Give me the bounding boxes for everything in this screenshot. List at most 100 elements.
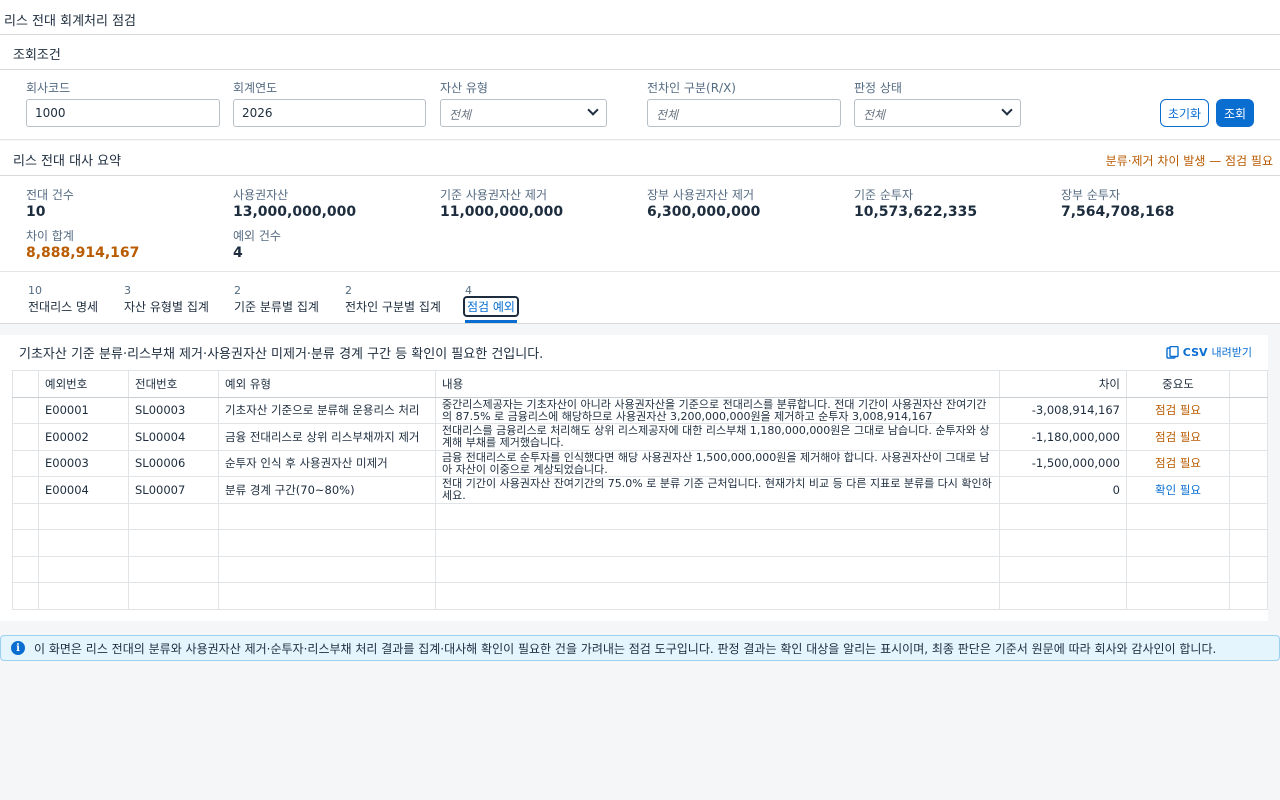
page-title: 리스 전대 회계처리 점검: [0, 0, 1280, 35]
tab-label: 전차인 구분별 집계: [345, 300, 441, 314]
kpi-label: 차이 합계: [26, 229, 74, 243]
cell-id: E00004: [38, 476, 129, 504]
cell-filler: [1229, 476, 1268, 504]
tab-count: 4: [465, 284, 472, 297]
cell-sublease: SL00006: [128, 449, 219, 477]
cell-filler: [1229, 423, 1268, 451]
cell-severity: 점검 필요: [1126, 423, 1230, 451]
kpi-value: 10,573,622,335: [854, 204, 978, 220]
table-row[interactable]: E00002 SL00004 금융 전대리스로 상위 리스부채까지 제거 전대리…: [12, 423, 1268, 451]
kpi-diff-total: 차이 합계 8,888,914,167: [26, 227, 139, 261]
empty-row: [12, 529, 1268, 557]
tab-by-lessee-type[interactable]: 2 전차인 구분별 집계: [345, 284, 441, 315]
table-row[interactable]: E00004 SL00007 분류 경계 구간(70~80%) 전대 기간이 사…: [12, 476, 1268, 504]
cell-content: 전대리스를 금융리스로 처리해도 상위 리스제공자에 대한 리스부채 1,180…: [435, 423, 1000, 451]
tab-by-asset-type[interactable]: 3 자산 유형별 집계: [124, 284, 209, 315]
tab-count: 10: [28, 284, 42, 297]
cell-id: E00002: [38, 423, 129, 451]
kpi-exception-count: 예외 건수 4: [233, 227, 281, 261]
fiscal-year-input[interactable]: 2026: [233, 99, 426, 127]
filter-section-header: 조회조건: [0, 35, 1280, 70]
filter-bar: 회사코드 1000 회계연도 2026 자산 유형 전체 전차인 구분(R/X)…: [0, 70, 1280, 140]
kpi-book-rou-derecognition: 장부 사용권자산 제거 6,300,000,000: [647, 186, 760, 220]
summary-kpis: 전대 건수 10 사용권자산 13,000,000,000 기준 사용권자산 제…: [0, 176, 1280, 272]
row-selector[interactable]: [12, 476, 39, 504]
kpi-label: 사용권자산: [233, 188, 289, 202]
kpi-sublease-count: 전대 건수 10: [26, 186, 74, 220]
fiscal-year-label: 회계연도: [233, 81, 278, 95]
row-selector[interactable]: [12, 396, 39, 424]
tab-sublease-list[interactable]: 10 전대리스 명세: [28, 284, 98, 315]
chevron-down-icon: [1001, 104, 1013, 116]
table-header-row: 예외번호 전대번호 예외 유형 내용 차이 중요도: [12, 370, 1268, 398]
company-code-label: 회사코드: [26, 81, 71, 95]
summary-warning: 분류·제거 차이 발생 — 점검 필요: [1105, 154, 1273, 168]
cell-type: 분류 경계 구간(70~80%): [218, 476, 436, 504]
summary-title: 리스 전대 대사 요약: [13, 154, 122, 169]
cell-filler: [1229, 396, 1268, 424]
column-header-severity[interactable]: 중요도: [1126, 370, 1230, 398]
tab-count: 2: [345, 284, 352, 297]
lessor-type-label: 전차인 구분(R/X): [647, 81, 736, 95]
kpi-value: 10: [26, 204, 46, 220]
cell-content: 중간리스제공자는 기초자산이 아니라 사용권자산을 기준으로 전대리스를 분류합…: [435, 396, 1000, 424]
csv-download-button[interactable]: CSV 내려받기: [1166, 344, 1252, 360]
column-header-type[interactable]: 예외 유형: [218, 370, 436, 398]
info-message: 이 화면은 리스 전대의 분류와 사용권자산 제거·순투자·리스부채 처리 결과…: [34, 641, 1217, 656]
tab-label: 자산 유형별 집계: [124, 300, 209, 314]
tab-exceptions[interactable]: 4 점검 예외: [463, 284, 519, 323]
column-header-content[interactable]: 내용: [435, 370, 1000, 398]
cell-diff: -3,008,914,167: [999, 396, 1127, 424]
column-header-diff[interactable]: 차이: [999, 370, 1127, 398]
lessor-type-input[interactable]: 전체: [647, 99, 841, 127]
kpi-value: 13,000,000,000: [233, 204, 357, 220]
csv-suffix: 내려받기: [1211, 346, 1252, 359]
filler-header: [1229, 370, 1268, 398]
reset-button[interactable]: 초기화: [1160, 99, 1209, 127]
kpi-value: 11,000,000,000: [440, 204, 564, 220]
row-selector[interactable]: [12, 449, 39, 477]
search-button[interactable]: 조회: [1216, 99, 1254, 127]
row-selector[interactable]: [12, 423, 39, 451]
fiscal-year-field: 회계연도 2026: [233, 79, 426, 127]
asset-type-label: 자산 유형: [440, 81, 488, 95]
cell-sublease: SL00007: [128, 476, 219, 504]
column-header-id[interactable]: 예외번호: [38, 370, 129, 398]
filter-section-title: 조회조건: [13, 48, 61, 63]
kpi-value: 4: [233, 245, 243, 261]
table-row[interactable]: E00003 SL00006 순투자 인식 후 사용권자산 미제거 금융 전대리…: [12, 449, 1268, 477]
filter-section: 조회조건 회사코드 1000 회계연도 2026 자산 유형 전체 전차인 구분…: [0, 35, 1280, 140]
empty-row: [12, 582, 1268, 610]
asset-type-select[interactable]: 전체: [440, 99, 607, 127]
column-header-sublease[interactable]: 전대번호: [128, 370, 219, 398]
kpi-label: 장부 순투자: [1061, 188, 1121, 202]
cell-id: E00001: [38, 396, 129, 424]
tab-by-std-classification[interactable]: 2 기준 분류별 집계: [234, 284, 319, 315]
empty-row: [12, 555, 1268, 583]
kpi-book-net-investment: 장부 순투자 7,564,708,168: [1061, 186, 1174, 220]
cell-id: E00003: [38, 449, 129, 477]
company-code-input[interactable]: 1000: [26, 99, 220, 127]
kpi-std-rou-derecognition: 기준 사용권자산 제거 11,000,000,000: [440, 186, 563, 220]
kpi-label: 장부 사용권자산 제거: [647, 188, 754, 202]
judgment-status-value: 전체: [863, 108, 886, 122]
cell-type: 금융 전대리스로 상위 리스부채까지 제거: [218, 423, 436, 451]
lessor-type-field: 전차인 구분(R/X) 전체: [647, 79, 841, 127]
tab-label: 전대리스 명세: [28, 300, 99, 314]
cell-severity: 점검 필요: [1126, 449, 1230, 477]
tab-bar: 10 전대리스 명세 3 자산 유형별 집계 2 기준 분류별 집계 2 전차인…: [0, 272, 1280, 324]
empty-row: [12, 502, 1268, 530]
cell-filler: [1229, 449, 1268, 477]
judgment-status-select[interactable]: 전체: [854, 99, 1021, 127]
summary-section: 리스 전대 대사 요약 분류·제거 차이 발생 — 점검 필요 전대 건수 10…: [0, 141, 1280, 272]
judgment-status-field: 판정 상태 전체: [854, 79, 1021, 127]
info-icon: i: [11, 641, 25, 655]
kpi-std-net-investment: 기준 순투자 10,573,622,335: [854, 186, 977, 220]
table-row[interactable]: E00001 SL00003 기초자산 기준으로 분류해 운용리스 처리 중간리…: [12, 396, 1268, 424]
judgment-status-label: 판정 상태: [854, 81, 902, 95]
exceptions-panel: 기초자산 기준 분류·리스부채 제거·사용권자산 미제거·분류 경계 구간 등 …: [0, 335, 1268, 621]
kpi-label: 예외 건수: [233, 229, 281, 243]
cell-type: 순투자 인식 후 사용권자산 미제거: [218, 449, 436, 477]
company-code-field: 회사코드 1000: [26, 79, 220, 127]
exceptions-table: 예외번호 전대번호 예외 유형 내용 차이 중요도 E00001 SL00003…: [12, 370, 1268, 610]
